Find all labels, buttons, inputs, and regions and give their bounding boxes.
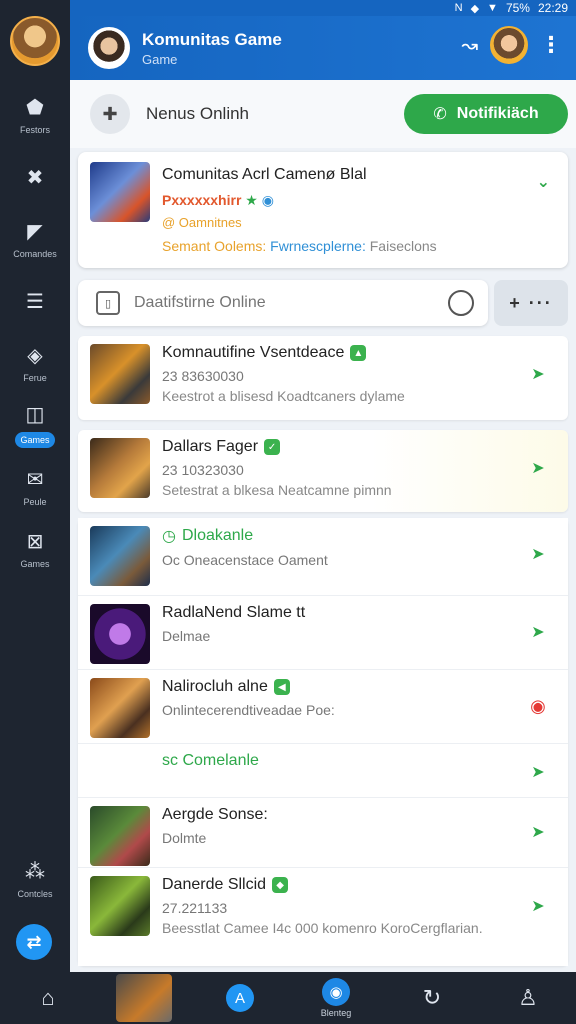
a-icon: A	[226, 984, 254, 1012]
search-icon[interactable]	[448, 290, 474, 316]
refresh-icon: ↻	[422, 985, 442, 1010]
dots-icon: ⁂	[25, 860, 45, 883]
mailbox-icon: ⊠	[26, 530, 44, 553]
featured-thumbnail	[90, 162, 150, 222]
rail-item-contcles[interactable]: ⁂ Contcles	[0, 848, 70, 910]
send-icon[interactable]: ➤	[528, 896, 548, 916]
nav-blenteg[interactable]: ◉ Blenteg	[288, 972, 384, 1024]
featured-card[interactable]: Comunitas Acrl Camenø Blal Pxxxxxxhirr ★…	[78, 152, 568, 268]
send-icon[interactable]: ➤	[528, 762, 548, 782]
online-label: Nenus Onlinh	[146, 104, 250, 123]
list-icon: ☰	[26, 290, 44, 313]
add-filter-button[interactable]: + ···	[494, 280, 568, 326]
featured-game-thumbnail	[116, 974, 172, 1022]
nav-refresh[interactable]: ↻	[384, 972, 480, 1024]
nav-home[interactable]: ⌂	[0, 972, 96, 1024]
nav-profile[interactable]: ♙	[480, 972, 576, 1024]
notification-button[interactable]: ✆ Notifikiäch	[404, 94, 568, 134]
send-icon[interactable]: ➤	[528, 622, 548, 642]
item-thumbnail	[90, 526, 150, 586]
rail-item-tools[interactable]: ✖	[0, 146, 70, 208]
featured-meta: Semant Oolems: Fwrnescplerne: Faiseclons	[162, 238, 437, 254]
page-subtitle: Game	[142, 51, 178, 67]
filter-box-icon: ▯	[96, 291, 120, 315]
list-item[interactable]: Aergde Sonse: Dolmte ➤	[78, 798, 568, 868]
swap-icon: ⇄	[26, 931, 42, 952]
featured-title: Comunitas Acrl Camenø Blal	[162, 166, 367, 183]
home-icon: ⌂	[41, 985, 55, 1010]
wifi-icon: ▼	[487, 2, 498, 14]
search-input[interactable]	[134, 294, 448, 312]
rail-item-ferue[interactable]: ◈ Ferue	[0, 332, 70, 394]
item-thumbnail	[90, 604, 150, 664]
shield-icon: ◤	[27, 220, 43, 243]
item-thumbnail	[90, 876, 150, 936]
featured-rating: Pxxxxxxhirr ★ ◉	[162, 192, 274, 208]
rail-item-games[interactable]: ◫ Games	[0, 394, 70, 456]
rail-item-peule[interactable]: ✉ Peule	[0, 456, 70, 518]
more-icon[interactable]: ⋮	[540, 32, 562, 58]
nav-featured[interactable]	[96, 972, 192, 1024]
list-item[interactable]: Komnautifine Vsentdeace ▲ 23 83630030 Kee…	[78, 336, 568, 420]
rail-item-list[interactable]: ☰	[0, 270, 70, 332]
send-icon[interactable]: ➤	[528, 544, 548, 564]
record-icon[interactable]: ◉	[528, 696, 548, 716]
rail-item-games-2[interactable]: ⊠ Games	[0, 518, 70, 580]
status-bar: N ◆ ▼ 75% 22:29	[70, 0, 576, 16]
clock-icon: ◷	[162, 528, 176, 545]
list-item[interactable]: Nalirocluh alne ◀ Onlintecerendtiveadae P…	[78, 670, 568, 744]
bottom-nav: ⌂ A ◉ Blenteg ↻ ♙	[0, 972, 576, 1024]
share-icon[interactable]: ↝	[461, 33, 478, 58]
star-icon: ★	[245, 192, 258, 208]
item-thumbnail	[90, 344, 150, 404]
verified-icon: ▲	[350, 345, 367, 361]
verified-icon: ✓	[264, 439, 281, 455]
list-item[interactable]: Danerde Sllcid ◆ 27.221133 Beesstlat Came…	[78, 868, 568, 966]
verified-icon: ◆	[272, 877, 289, 893]
list-group: ◷ Dloakanle Oc Oneacenstace Oament ➤ Radl…	[78, 518, 568, 966]
globe-icon: ◉	[322, 978, 350, 1006]
rail-item-comandes[interactable]: ◤ Comandes	[0, 208, 70, 270]
pin-icon[interactable]: ✚	[90, 94, 130, 134]
list-item[interactable]: sc Comelanle ➤	[78, 744, 568, 798]
nfc-icon: N	[454, 2, 463, 14]
send-icon[interactable]: ➤	[528, 458, 548, 478]
page-title: Komunitas Game	[142, 29, 282, 49]
profile-avatar[interactable]	[10, 16, 60, 66]
badge-icon: ◈	[27, 344, 43, 367]
list-item[interactable]: Dallars Fager ✓ 23 10323030 Setestrat a b…	[78, 430, 568, 512]
nav-center[interactable]: A	[192, 972, 288, 1024]
search-bar: ▯	[78, 280, 488, 326]
list-item[interactable]: RadlaNend Slame tt Delmae ➤	[78, 596, 568, 670]
phone-icon: ✆	[433, 106, 447, 123]
item-thumbnail	[90, 806, 150, 866]
controller-icon: ◫	[25, 403, 45, 426]
flag-icon: ⬟	[26, 96, 44, 119]
mail-icon: ✉	[26, 468, 44, 491]
person-icon: ♙	[518, 985, 538, 1010]
signal-icon: ◆	[470, 2, 480, 15]
side-rail: ⬟ Festors ✖ ◤ Comandes ☰ ◈ Ferue ◫ Games…	[0, 0, 70, 972]
list-item[interactable]: ◷ Dloakanle Oc Oneacenstace Oament ➤	[78, 518, 568, 596]
send-icon[interactable]: ➤	[528, 364, 548, 384]
rail-item-festors[interactable]: ⬟ Festors	[0, 84, 70, 146]
battery-level: 75%	[505, 1, 530, 15]
clock: 22:29	[537, 1, 568, 15]
item-thumbnail	[90, 752, 150, 792]
featured-members: @ Oamnitnes	[162, 215, 242, 230]
item-thumbnail	[90, 678, 150, 738]
item-thumbnail	[90, 438, 150, 498]
community-avatar[interactable]	[88, 27, 130, 69]
compose-fab[interactable]: ⇄	[16, 924, 52, 960]
tools-icon: ✖	[26, 166, 44, 189]
send-icon[interactable]: ➤	[528, 822, 548, 842]
expand-chevron-icon[interactable]: ⌄	[537, 172, 550, 192]
user-avatar[interactable]	[490, 26, 528, 64]
verified-icon: ◀	[273, 679, 290, 695]
app-header: Komunitas Game Game ↝ ⋮	[70, 16, 576, 80]
online-row: ✚ Nenus Onlinh ✆ Notifikiäch	[70, 80, 576, 148]
